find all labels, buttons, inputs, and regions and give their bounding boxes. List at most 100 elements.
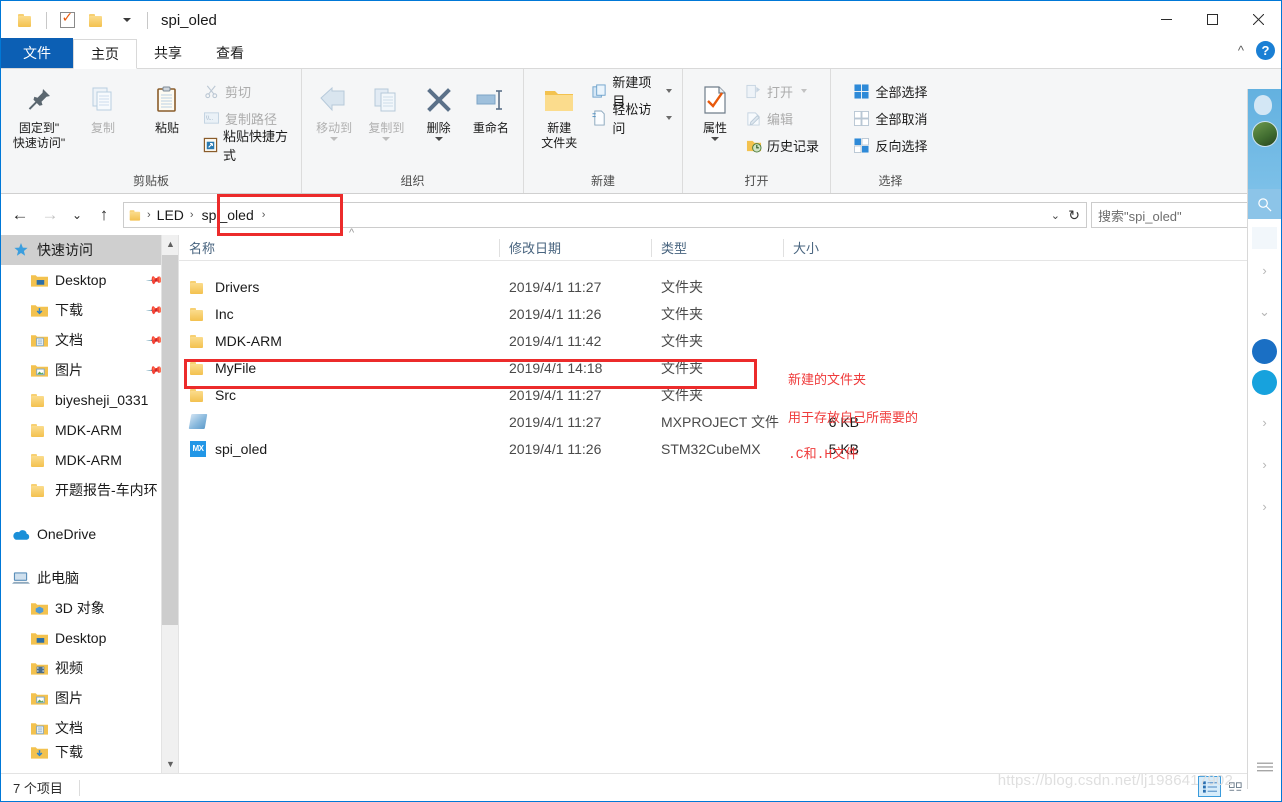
side-panel-item[interactable]: ›: [1248, 443, 1281, 485]
nav-header-this-pc[interactable]: 此电脑: [1, 563, 178, 593]
app-cyan-icon[interactable]: [1252, 370, 1277, 395]
breadcrumb[interactable]: › LED › spi_oled › ⌄ ↻: [123, 202, 1087, 228]
file-explorer-window: spi_oled 文件 主页 共享 查看 ^ ?: [0, 0, 1282, 802]
nav-header-onedrive[interactable]: OneDrive: [1, 519, 178, 549]
refresh-icon[interactable]: ↻: [1068, 207, 1080, 224]
nav-item-documents[interactable]: 文档 📌: [1, 325, 178, 355]
tab-share[interactable]: 共享: [137, 38, 199, 68]
paste-shortcut-button[interactable]: 粘贴快捷方式: [199, 133, 295, 157]
table-row[interactable]: Src 2019/4/1 11:27 文件夹: [179, 381, 1281, 408]
edit-button[interactable]: 编辑: [741, 106, 823, 130]
breadcrumb-separator[interactable]: ›: [145, 209, 153, 221]
help-button[interactable]: ?: [1256, 41, 1275, 60]
up-button[interactable]: ↑: [89, 200, 119, 230]
scrollbar-thumb[interactable]: [162, 255, 179, 625]
move-to-button[interactable]: 移动到: [308, 73, 360, 141]
folder-icon[interactable]: [11, 5, 41, 35]
videos-folder-icon: [29, 661, 49, 676]
nav-item-desktop[interactable]: Desktop 📌: [1, 265, 178, 295]
side-panel-item[interactable]: ›: [1248, 249, 1281, 291]
nav-item-desktop-pc[interactable]: Desktop: [1, 623, 178, 653]
copy-button[interactable]: 复制: [71, 73, 135, 136]
breadcrumb-item-led[interactable]: LED: [153, 207, 188, 223]
select-all-button[interactable]: 全部选择: [849, 79, 931, 103]
open-button[interactable]: 打开: [741, 79, 823, 103]
properties-button[interactable]: 属性: [689, 73, 741, 141]
properties-check-icon[interactable]: [52, 5, 82, 35]
column-header-size[interactable]: 大小: [783, 235, 885, 261]
rename-button[interactable]: 重命名: [465, 73, 517, 136]
nav-item-downloads[interactable]: 下载 📌: [1, 295, 178, 325]
nav-item-3d-objects[interactable]: 3D 对象: [1, 593, 178, 623]
file-type-cell: 文件夹: [651, 273, 783, 300]
history-label: 历史记录: [767, 136, 819, 155]
file-size-cell: [783, 327, 885, 354]
nav-item-videos[interactable]: 视频: [1, 653, 178, 683]
new-folder-button[interactable]: 新建 文件夹: [530, 73, 588, 151]
collapse-ribbon-icon[interactable]: ^: [1238, 43, 1244, 58]
table-row[interactable]: MDK-ARM 2019/4/1 11:42 文件夹: [179, 327, 1281, 354]
nav-item-pictures-pc[interactable]: 图片: [1, 683, 178, 713]
divider: [46, 12, 47, 29]
nav-item-kaitibaogao[interactable]: 开题报告-车内环: [1, 475, 178, 505]
table-row[interactable]: Inc 2019/4/1 11:26 文件夹: [179, 300, 1281, 327]
delete-button[interactable]: 删除: [413, 73, 465, 141]
file-name: spi_oled: [215, 441, 267, 457]
nav-label: MDK-ARM: [55, 452, 122, 468]
column-header-type[interactable]: 类型: [651, 235, 783, 261]
nav-header-quick-access[interactable]: 快速访问: [1, 235, 178, 265]
table-row[interactable]: MX spi_oled 2019/4/1 11:26 STM32CubeMX 5…: [179, 435, 1281, 462]
nav-item-documents-pc[interactable]: 文档: [1, 713, 178, 743]
paste-button[interactable]: 粘贴: [135, 73, 199, 136]
file-date-cell: 2019/4/1 11:27: [499, 408, 651, 435]
app-blue-icon[interactable]: [1252, 339, 1277, 364]
tab-file[interactable]: 文件: [1, 38, 73, 68]
onedrive-cloud-icon: [11, 528, 31, 541]
breadcrumb-dropdown-icon[interactable]: ⌄: [1051, 209, 1060, 222]
table-row[interactable]: 2019/4/1 11:27 MXPROJECT 文件 6 KB: [179, 408, 1281, 435]
tab-view[interactable]: 查看: [199, 38, 261, 68]
breadcrumb-separator[interactable]: ›: [188, 209, 196, 221]
breadcrumb-separator[interactable]: ›: [260, 209, 268, 221]
side-panel-item[interactable]: ›: [1248, 401, 1281, 443]
side-panel-search[interactable]: [1248, 189, 1281, 219]
cut-button[interactable]: 剪切: [199, 79, 295, 103]
new-folder-icon[interactable]: [82, 5, 112, 35]
pin-label: 固定到" 快速访问": [13, 121, 65, 151]
copy-to-button[interactable]: 复制到: [360, 73, 412, 141]
table-row[interactable]: MyFile 2019/4/1 14:18 文件夹: [179, 354, 1281, 381]
hamburger-icon[interactable]: [1248, 759, 1281, 777]
nav-item-mdk-arm-1[interactable]: MDK-ARM: [1, 415, 178, 445]
minimize-button[interactable]: [1143, 1, 1189, 37]
close-button[interactable]: [1235, 1, 1281, 37]
desktop-folder-icon: [29, 631, 49, 646]
nav-item-downloads-pc[interactable]: 下载: [1, 743, 178, 761]
table-row[interactable]: Drivers 2019/4/1 11:27 文件夹: [179, 273, 1281, 300]
breadcrumb-item-spi-oled[interactable]: spi_oled: [196, 207, 260, 223]
annotation-line-2: 用于存放自己所需要的: [788, 409, 918, 428]
scroll-up-icon[interactable]: ▲: [162, 235, 179, 253]
maximize-button[interactable]: [1189, 1, 1235, 37]
scroll-down-icon[interactable]: ▼: [162, 755, 179, 773]
side-panel-item[interactable]: ›: [1248, 485, 1281, 527]
back-button[interactable]: ←: [5, 200, 35, 230]
customize-qat-caret-icon[interactable]: [112, 5, 142, 35]
column-header-name[interactable]: 名称: [179, 235, 499, 261]
nav-item-mdk-arm-2[interactable]: MDK-ARM: [1, 445, 178, 475]
recent-locations-button[interactable]: ⌄: [65, 200, 89, 230]
edit-icon: [745, 110, 762, 127]
history-button[interactable]: 历史记录: [741, 133, 823, 157]
column-header-date[interactable]: 修改日期: [499, 235, 651, 261]
navigation-scrollbar[interactable]: ▲ ▼: [161, 235, 178, 773]
copy-to-label: 复制到: [368, 121, 404, 136]
invert-selection-button[interactable]: 反向选择: [849, 133, 931, 157]
nav-item-biyesheji[interactable]: biyesheji_0331: [1, 385, 178, 415]
side-panel-item[interactable]: ⌄: [1248, 291, 1281, 333]
pin-to-quick-access-button[interactable]: 固定到" 快速访问": [7, 73, 71, 151]
avatar[interactable]: [1252, 121, 1278, 147]
tab-home[interactable]: 主页: [73, 39, 137, 69]
select-none-button[interactable]: 全部取消: [849, 106, 931, 130]
forward-button[interactable]: →: [35, 200, 65, 230]
nav-item-pictures[interactable]: 图片 📌: [1, 355, 178, 385]
easy-access-button[interactable]: 轻松访问: [588, 106, 676, 130]
